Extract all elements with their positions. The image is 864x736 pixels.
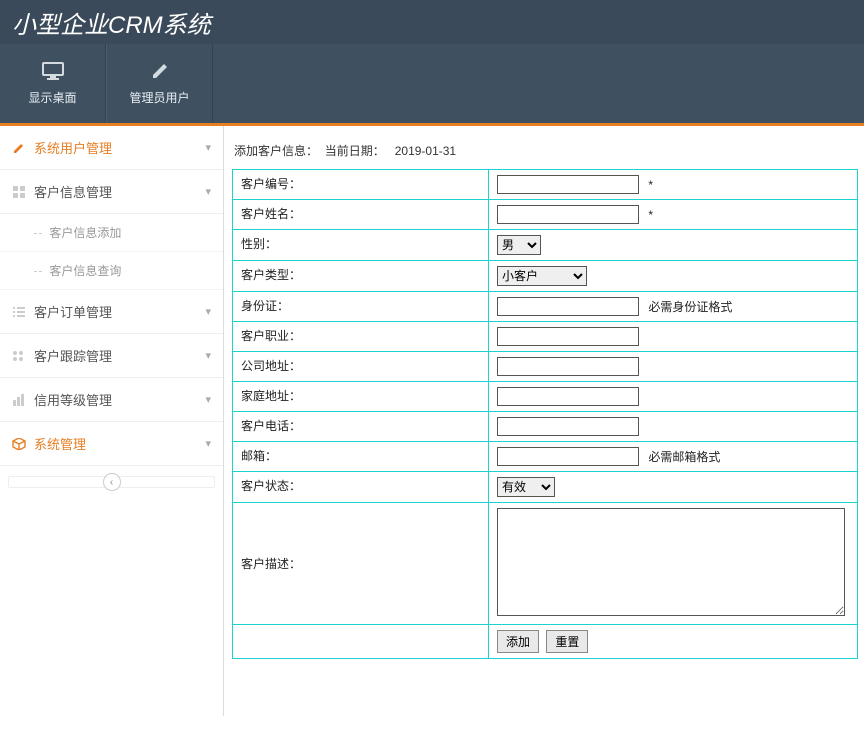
hint-required: * bbox=[648, 208, 653, 222]
label-occupation: 客户职业： bbox=[233, 322, 489, 352]
monitor-icon bbox=[41, 61, 65, 81]
form-title: 添加客户信息： 当前日期： 2019-01-31 bbox=[232, 136, 858, 169]
select-type[interactable]: 小客户 bbox=[497, 266, 587, 286]
main-content: 添加客户信息： 当前日期： 2019-01-31 客户编号： * 客户姓名： * bbox=[224, 126, 864, 716]
hint-required: * bbox=[648, 178, 653, 192]
sidebar-collapse-button[interactable]: ‹ bbox=[103, 473, 121, 491]
input-idcard[interactable] bbox=[497, 297, 639, 316]
label-phone: 客户电话： bbox=[233, 412, 489, 442]
input-occupation[interactable] bbox=[497, 327, 639, 346]
sidebar-item-customer-info[interactable]: 客户信息管理 ▾ bbox=[0, 170, 223, 214]
chevron-down-icon: ▾ bbox=[205, 305, 211, 318]
form-date-label: 当前日期： bbox=[325, 144, 385, 158]
form-title-prefix: 添加客户信息： bbox=[234, 144, 318, 158]
chevron-down-icon: ▾ bbox=[205, 141, 211, 154]
sidebar-item-label: 客户订单管理 bbox=[34, 302, 205, 321]
chevron-down-icon: ▾ bbox=[205, 349, 211, 362]
select-gender[interactable]: 男 bbox=[497, 235, 541, 255]
chevron-down-icon: ▾ bbox=[205, 185, 211, 198]
toolbar-show-desktop[interactable]: 显示桌面 bbox=[0, 44, 106, 123]
label-company-addr: 公司地址： bbox=[233, 352, 489, 382]
dots-icon bbox=[10, 349, 28, 363]
grid-icon bbox=[10, 185, 28, 199]
list-icon bbox=[10, 305, 28, 319]
sidebar-item-label: 客户信息管理 bbox=[34, 182, 205, 201]
pencil-icon bbox=[10, 141, 28, 155]
sidebar-item-system[interactable]: 系统管理 ▾ bbox=[0, 422, 223, 466]
sidebar-item-credit[interactable]: 信用等级管理 ▾ bbox=[0, 378, 223, 422]
top-toolbar: 显示桌面 管理员用户 bbox=[0, 44, 864, 126]
chevron-left-icon: ‹ bbox=[110, 477, 113, 488]
form-date-value: 2019-01-31 bbox=[395, 144, 456, 158]
sidebar-item-label: 系统用户管理 bbox=[34, 138, 205, 157]
sidebar-item-label: 客户跟踪管理 bbox=[34, 346, 205, 365]
sidebar-item-orders[interactable]: 客户订单管理 ▾ bbox=[0, 290, 223, 334]
toolbar-label: 管理员用户 bbox=[129, 89, 189, 106]
sidebar-item-label: 系统管理 bbox=[34, 434, 205, 453]
bars-icon bbox=[10, 393, 28, 407]
sidebar-subitem-customer-query[interactable]: 客户信息查询 bbox=[0, 252, 223, 290]
hint-idcard: 必需身份证格式 bbox=[648, 300, 732, 314]
sidebar-item-tracking[interactable]: 客户跟踪管理 ▾ bbox=[0, 334, 223, 378]
input-customer-no[interactable] bbox=[497, 175, 639, 194]
reset-button[interactable]: 重置 bbox=[546, 630, 588, 653]
label-customer-name: 客户姓名： bbox=[233, 200, 489, 230]
input-email[interactable] bbox=[497, 447, 639, 466]
label-desc: 客户描述： bbox=[233, 503, 489, 625]
sidebar-subitem-customer-add[interactable]: 客户信息添加 bbox=[0, 214, 223, 252]
sidebar-item-users[interactable]: 系统用户管理 ▾ bbox=[0, 126, 223, 170]
label-type: 客户类型： bbox=[233, 261, 489, 292]
label-gender: 性别： bbox=[233, 230, 489, 261]
chevron-down-icon: ▾ bbox=[205, 437, 211, 450]
label-email: 邮箱： bbox=[233, 442, 489, 472]
label-idcard: 身份证： bbox=[233, 292, 489, 322]
sidebar-collapse-bar: ‹ bbox=[8, 476, 215, 488]
submit-button[interactable]: 添加 bbox=[497, 630, 539, 653]
input-customer-name[interactable] bbox=[497, 205, 639, 224]
pencil-icon bbox=[150, 61, 170, 81]
textarea-desc[interactable] bbox=[497, 508, 845, 616]
label-status: 客户状态： bbox=[233, 472, 489, 503]
sidebar-item-label: 信用等级管理 bbox=[34, 390, 205, 409]
sidebar: 系统用户管理 ▾ 客户信息管理 ▾ 客户信息添加 客户信息查询 客户订单管理 ▾ bbox=[0, 126, 224, 716]
app-title: 小型企业CRM系统 bbox=[12, 5, 211, 40]
input-home-addr[interactable] bbox=[497, 387, 639, 406]
toolbar-admin-user[interactable]: 管理员用户 bbox=[107, 44, 213, 123]
sidebar-subitem-label: 客户信息查询 bbox=[49, 264, 121, 278]
chevron-down-icon: ▾ bbox=[205, 393, 211, 406]
label-customer-no: 客户编号： bbox=[233, 170, 489, 200]
input-phone[interactable] bbox=[497, 417, 639, 436]
sidebar-subitem-label: 客户信息添加 bbox=[49, 226, 121, 240]
select-status[interactable]: 有效 bbox=[497, 477, 555, 497]
label-home-addr: 家庭地址： bbox=[233, 382, 489, 412]
hint-email: 必需邮箱格式 bbox=[648, 450, 720, 464]
customer-form: 客户编号： * 客户姓名： * 性别： 男 bbox=[232, 169, 858, 659]
toolbar-label: 显示桌面 bbox=[28, 89, 76, 106]
input-company-addr[interactable] bbox=[497, 357, 639, 376]
app-header: 小型企业CRM系统 bbox=[0, 0, 864, 44]
box-icon bbox=[10, 437, 28, 451]
label-actions bbox=[233, 625, 489, 659]
